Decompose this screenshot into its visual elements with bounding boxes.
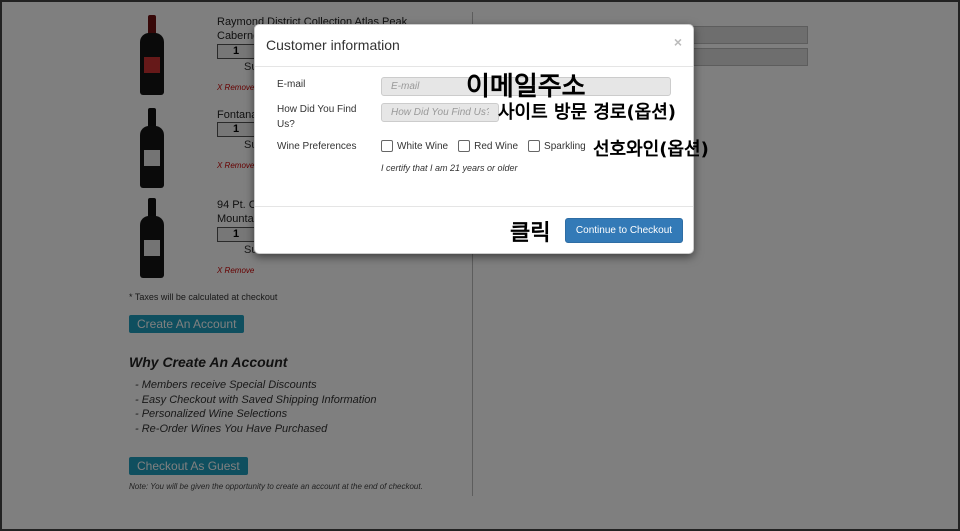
find-us-label: How Did You Find Us?	[277, 102, 357, 132]
annotation-click: 클릭	[510, 221, 551, 246]
close-icon[interactable]: ×	[674, 34, 682, 50]
annotation-visit-source: 사이트 방문 경로(옵션)	[498, 102, 677, 123]
sparkling-option[interactable]: Sparkling	[528, 140, 586, 152]
sparkling-checkbox[interactable]	[528, 140, 541, 152]
red-wine-checkbox[interactable]	[458, 140, 471, 152]
screenshot-frame: Raymond District Collection Atlas Peak C…	[0, 0, 960, 531]
wine-preferences-options: White Wine Red Wine Sparkling	[381, 140, 596, 152]
sparkling-label: Sparkling	[544, 140, 586, 152]
age-certification-text: I certify that I am 21 years or older	[381, 163, 518, 173]
modal-footer-divider	[255, 206, 693, 207]
continue-to-checkout-button[interactable]: Continue to Checkout	[565, 218, 683, 243]
find-us-label-line: Us?	[277, 119, 295, 130]
white-wine-checkbox[interactable]	[381, 140, 393, 152]
find-us-label-line: How Did You Find	[277, 104, 357, 115]
red-wine-label: Red Wine	[474, 140, 519, 152]
annotation-wine-preference: 선호와인(옵션)	[593, 139, 709, 160]
white-wine-option[interactable]: White Wine	[381, 140, 448, 152]
wine-preferences-label: Wine Preferences	[277, 141, 357, 152]
modal-header: Customer information ×	[255, 25, 693, 67]
email-label: E-mail	[277, 79, 306, 90]
modal-title: Customer information	[266, 37, 400, 53]
find-us-input[interactable]	[381, 103, 499, 122]
white-wine-label: White Wine	[397, 140, 449, 152]
red-wine-option[interactable]: Red Wine	[458, 140, 518, 152]
